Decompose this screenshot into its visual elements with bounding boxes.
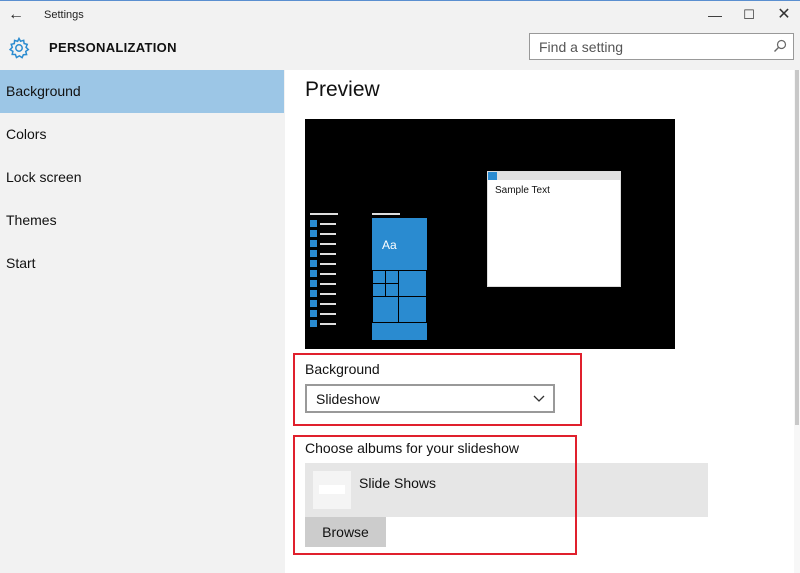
page-title: PERSONALIZATION [49, 40, 177, 55]
preview-app-icon [310, 260, 317, 267]
preview-app-icon [310, 250, 317, 257]
preview-app-label [320, 283, 336, 285]
window-title: Settings [44, 9, 84, 21]
back-button[interactable]: ← [6, 5, 26, 25]
preview-tile-cell [385, 283, 399, 297]
preview-tiles-line [372, 213, 400, 215]
sidebar-item-themes[interactable]: Themes [0, 199, 284, 242]
preview-app-icon [310, 280, 317, 287]
preview-app-icon [310, 220, 317, 227]
preview-app-icon [310, 230, 317, 237]
sidebar-item-lock-screen[interactable]: Lock screen [0, 156, 284, 199]
settings-header: PERSONALIZATION [0, 30, 800, 70]
preview-heading: Preview [305, 78, 380, 101]
scrollbar-thumb[interactable] [795, 70, 799, 425]
preview-app-label [320, 273, 336, 275]
preview-app-icon [310, 320, 317, 327]
preview-window: Sample Text [487, 171, 621, 287]
search-box[interactable] [529, 33, 794, 60]
highlight-box-background [293, 353, 582, 426]
preview-app-label [320, 303, 336, 305]
preview-tile-text: Aa [382, 238, 397, 252]
preview-app-label [320, 223, 336, 225]
close-button[interactable]: ✕ [764, 4, 800, 26]
preview-start-line [310, 213, 338, 215]
preview-tile-cell [372, 283, 386, 297]
preview-window-accent [488, 172, 497, 180]
sidebar-item-start[interactable]: Start [0, 242, 284, 285]
preview-app-label [320, 253, 336, 255]
preview-sample-text: Sample Text [495, 185, 550, 196]
preview-start-tiles: Aa [372, 218, 427, 340]
preview-app-icon [310, 240, 317, 247]
preview-tile-cell [372, 270, 386, 284]
search-icon[interactable] [773, 39, 787, 53]
sidebar-item-colors[interactable]: Colors [0, 113, 284, 156]
preview-app-icon [310, 290, 317, 297]
preview-app-label [320, 293, 336, 295]
search-input[interactable] [530, 34, 765, 59]
maximize-button[interactable]: ☐ [729, 4, 769, 26]
preview-app-label [320, 323, 336, 325]
gear-icon [8, 36, 30, 59]
preview-app-icon [310, 310, 317, 317]
preview-tile-cell [385, 270, 399, 284]
preview-window-titlebar [488, 172, 620, 180]
preview-tile-cell [372, 296, 399, 323]
preview-app-label [320, 313, 336, 315]
preview-app-label [320, 233, 336, 235]
preview-app-icon [310, 300, 317, 307]
desktop-preview: Aa Sample Text [305, 119, 675, 349]
highlight-box-albums [293, 435, 577, 555]
preview-app-icon [310, 270, 317, 277]
preview-app-label [320, 243, 336, 245]
sidebar-item-background[interactable]: Background [0, 70, 284, 113]
title-bar: ← Settings — ☐ ✕ [0, 0, 800, 30]
preview-app-label [320, 263, 336, 265]
scrollbar[interactable] [794, 70, 800, 573]
sidebar: Background Colors Lock screen Themes Sta… [0, 70, 285, 573]
preview-tile-cell [398, 296, 427, 323]
preview-tile-cell [398, 270, 427, 297]
